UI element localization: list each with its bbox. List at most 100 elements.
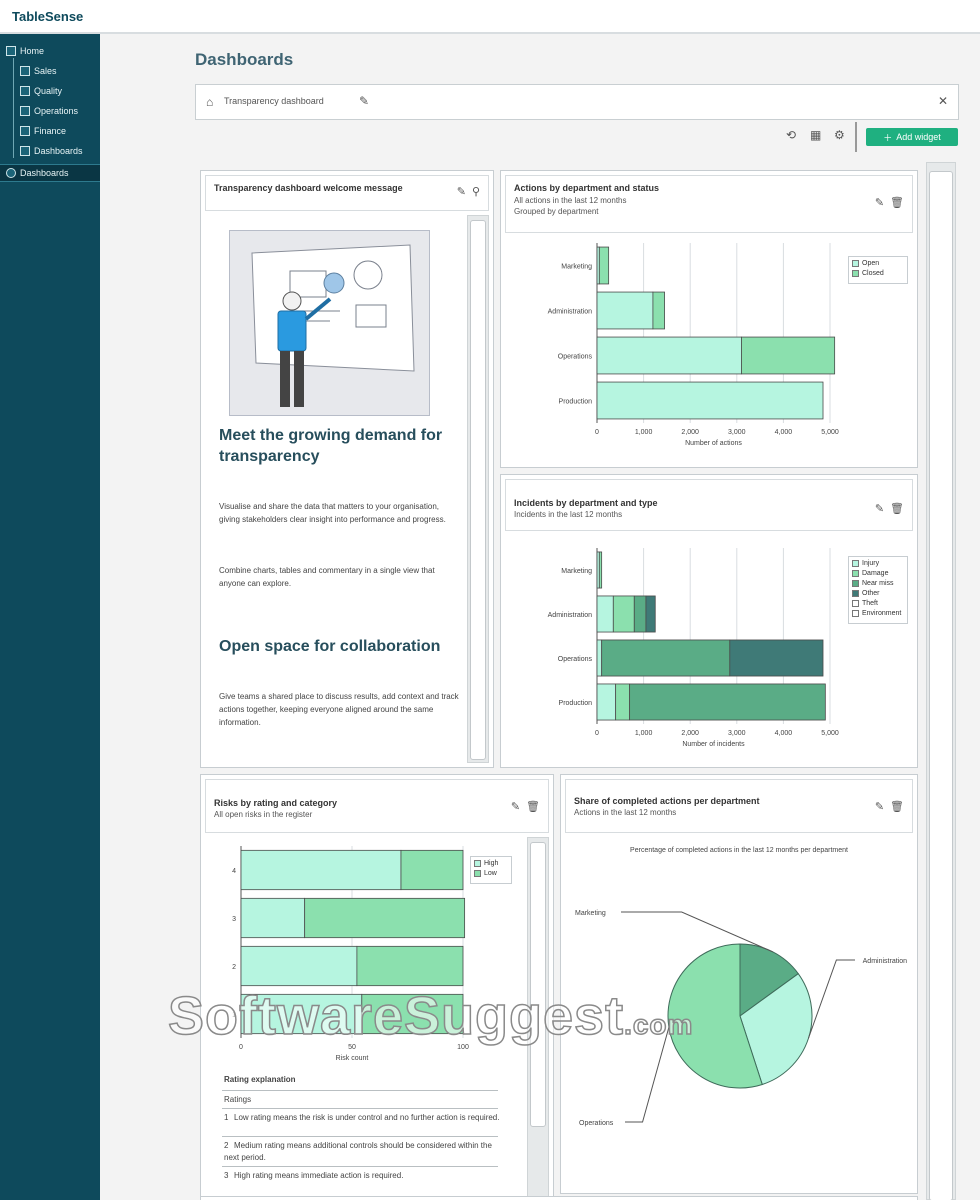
edit-icon[interactable]: ✎ xyxy=(511,800,520,813)
legend-item[interactable]: Near miss xyxy=(852,580,904,587)
y-category-label: Marketing xyxy=(561,568,592,575)
bar-segment xyxy=(601,639,731,677)
home-icon[interactable]: ⌂ xyxy=(206,95,213,109)
pie-title: Percentage of completed actions in the l… xyxy=(630,847,848,854)
edit-icon[interactable]: ✎ xyxy=(359,94,369,108)
sidebar-item-quality[interactable]: Quality xyxy=(20,82,62,100)
bar-segment xyxy=(629,683,826,721)
legend-item[interactable]: Open xyxy=(852,260,904,267)
legend-swatch xyxy=(474,870,481,877)
legend-swatch xyxy=(852,600,859,607)
article-heading-2: Open space for collaboration xyxy=(219,638,441,655)
dashboard-selector[interactable]: ⌂ Transparency dashboard ✎ ✕ xyxy=(195,84,959,120)
delete-icon[interactable]: 🗑 xyxy=(890,800,904,813)
notes-header: Ratings xyxy=(224,1095,252,1104)
edit-icon[interactable]: ✎ xyxy=(457,185,466,198)
folder-icon xyxy=(6,46,16,56)
y-category-label: Administration xyxy=(548,612,592,619)
main-scrollbar-thumb[interactable] xyxy=(929,171,953,1200)
sidebar-item-finance[interactable]: Finance xyxy=(20,122,66,140)
actions-chart-title: Actions by department and status xyxy=(514,183,660,193)
legend-swatch xyxy=(852,570,859,577)
legend-swatch xyxy=(474,860,481,867)
bar-segment xyxy=(596,595,614,633)
delete-icon[interactable]: 🗑 xyxy=(526,800,540,813)
presenter-illustration xyxy=(251,244,415,407)
legend-item[interactable]: Closed xyxy=(852,270,904,277)
legend-item[interactable]: Low xyxy=(474,870,508,877)
watermark-logo: SoftwareSuggest.com xyxy=(167,985,694,1047)
x-axis-label: Number of actions xyxy=(685,440,742,447)
gear-icon xyxy=(6,168,16,178)
y-category-label: 3 xyxy=(232,916,236,923)
bar-segment xyxy=(596,683,617,721)
sidebar-item-operations[interactable]: Operations xyxy=(20,102,78,120)
sidebar-item-dashboards[interactable]: Dashboards xyxy=(20,142,83,160)
add-widget-button[interactable]: ＋ Add widget xyxy=(866,128,958,146)
edit-icon[interactable]: ✎ xyxy=(875,196,884,209)
next-widget-edge xyxy=(200,1196,918,1200)
tree-line xyxy=(13,58,14,158)
legend-swatch xyxy=(852,560,859,567)
legend-item[interactable]: Other xyxy=(852,590,904,597)
bar-segment xyxy=(596,291,654,330)
article-scrollbar-thumb[interactable] xyxy=(470,220,486,760)
sheet-icon xyxy=(20,86,30,96)
sidebar-item-home[interactable]: Home xyxy=(6,42,44,60)
bar-segment xyxy=(596,639,603,677)
brand-logo[interactable]: TableSense xyxy=(12,9,83,24)
divider xyxy=(222,1108,498,1109)
legend-item[interactable]: Theft xyxy=(852,600,904,607)
completed-actions-header: Share of completed actions per departmen… xyxy=(565,779,913,833)
legend-item[interactable]: Injury xyxy=(852,560,904,567)
incidents-legend: Injury Damage Near miss Other Theft Envi… xyxy=(848,556,908,624)
legend-swatch xyxy=(852,580,859,587)
x-tick-label: 0 xyxy=(595,429,599,436)
article-scrollbar[interactable] xyxy=(467,215,489,763)
main-scrollbar[interactable] xyxy=(926,162,956,1200)
x-axis-label: Risk count xyxy=(336,1055,369,1062)
delete-icon[interactable]: 🗑 xyxy=(890,196,904,209)
refresh-icon[interactable]: ⟲ xyxy=(786,128,796,142)
bar-segment xyxy=(612,595,635,633)
y-category-label: Operations xyxy=(558,656,593,663)
x-tick-label: 4,000 xyxy=(775,429,793,436)
pin-icon[interactable]: ⚲ xyxy=(472,185,480,198)
sheet-icon xyxy=(20,66,30,76)
y-category-label: Marketing xyxy=(561,264,592,271)
bar-segment xyxy=(596,336,742,375)
sidebar-item-active-dashboards[interactable]: Dashboards xyxy=(0,164,100,182)
legend-swatch xyxy=(852,590,859,597)
settings-icon[interactable]: ⚙ xyxy=(834,128,845,142)
actions-chart-subtitle-2: Grouped by department xyxy=(514,207,599,216)
bar-segment xyxy=(729,639,824,677)
x-tick-label: 3,000 xyxy=(728,730,746,737)
list-item: 3 High rating means immediate action is r… xyxy=(224,1171,404,1180)
x-tick-label: 1,000 xyxy=(635,730,653,737)
layout-icon[interactable]: ▦ xyxy=(810,128,821,142)
article-widget-title: Transparency dashboard welcome message xyxy=(214,183,403,193)
x-tick-label: 3,000 xyxy=(728,429,746,436)
edit-icon[interactable]: ✎ xyxy=(875,502,884,515)
bar-segment xyxy=(304,897,466,939)
sidebar-item-sales[interactable]: Sales xyxy=(20,62,57,80)
divider xyxy=(222,1166,498,1167)
bar-segment xyxy=(356,945,464,987)
bar-segment xyxy=(645,595,656,633)
pie-slice-label: Marketing xyxy=(575,910,606,917)
close-icon[interactable]: ✕ xyxy=(938,94,948,108)
legend-item[interactable]: Environment xyxy=(852,610,904,617)
completed-actions-subtitle: Actions in the last 12 months xyxy=(574,808,677,817)
bar-segment xyxy=(240,945,358,987)
y-category-label: 2 xyxy=(232,964,236,971)
actions-chart-subtitle: All actions in the last 12 months xyxy=(514,196,627,205)
legend-item[interactable]: High xyxy=(474,860,508,867)
bar-segment xyxy=(240,849,402,891)
edit-icon[interactable]: ✎ xyxy=(875,800,884,813)
completed-actions-title: Share of completed actions per departmen… xyxy=(574,796,760,806)
delete-icon[interactable]: 🗑 xyxy=(890,502,904,515)
plus-icon: ＋ xyxy=(883,132,893,143)
article-paragraph-2: Combine charts, tables and commentary in… xyxy=(219,566,435,588)
divider xyxy=(222,1090,498,1091)
legend-item[interactable]: Damage xyxy=(852,570,904,577)
